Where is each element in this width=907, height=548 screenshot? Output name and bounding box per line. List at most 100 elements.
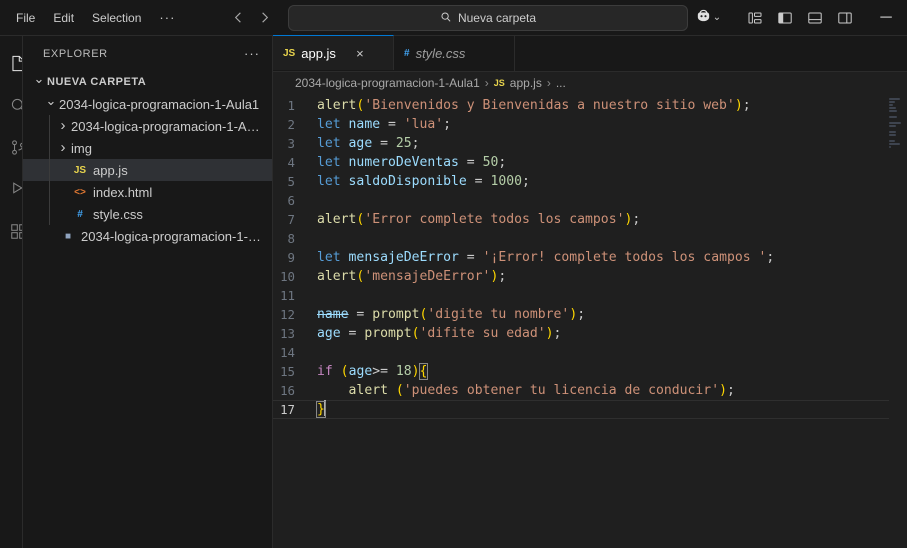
tab-style-css[interactable]: # style.css bbox=[394, 36, 515, 71]
tree-item-img[interactable]: › img bbox=[23, 137, 272, 159]
tab-app-js[interactable]: JS app.js × bbox=[273, 35, 394, 70]
line-number: 9 bbox=[287, 250, 295, 265]
tabbar-empty-space bbox=[515, 36, 907, 71]
chevron-right-icon: › bbox=[484, 76, 489, 90]
token: = bbox=[466, 174, 491, 189]
token: prompt bbox=[372, 307, 420, 322]
breadcrumb-tail[interactable]: ... bbox=[556, 76, 566, 90]
tree-item-2034-logica-programacion-1-aul[interactable]: › 2034-logica-programacion-1-Aula1 bbox=[23, 115, 272, 137]
copilot-button[interactable]: ⌄ bbox=[689, 6, 727, 30]
explorer-more-icon[interactable]: ··· bbox=[240, 46, 264, 61]
code-line-13[interactable]: 13 age = prompt('difite su edad'); bbox=[273, 324, 889, 343]
toggle-panel-icon[interactable] bbox=[801, 6, 829, 30]
minimap-line bbox=[889, 107, 897, 109]
token: = bbox=[458, 250, 483, 265]
indent-guide bbox=[49, 115, 50, 137]
token: 50 bbox=[482, 155, 499, 170]
token: age bbox=[317, 326, 341, 341]
minimap-line bbox=[889, 134, 896, 136]
code-line-14[interactable]: 14 bbox=[273, 343, 889, 362]
chevron-down-icon[interactable]: ⌄ bbox=[43, 93, 59, 109]
code-line-15[interactable]: 15 if (age>= 18){ bbox=[273, 362, 889, 381]
activity-run-debug-icon[interactable] bbox=[5, 168, 22, 210]
activity-source-control-icon[interactable] bbox=[5, 126, 22, 168]
vscode-window: File Edit Selection ··· Nueva carpeta ⌄ … bbox=[0, 0, 907, 548]
activity-search-icon[interactable] bbox=[5, 84, 22, 126]
go-back-icon[interactable] bbox=[227, 7, 249, 29]
line-number: 13 bbox=[280, 326, 295, 341]
chevron-right-icon[interactable]: › bbox=[55, 140, 71, 155]
tree-item-app-js[interactable]: JS app.js bbox=[23, 159, 272, 181]
tree-item-2034-logica-programacion-1-aul[interactable]: ⌄ 2034-logica-programacion-1-Aula1 bbox=[23, 93, 272, 115]
token: 'lua' bbox=[403, 117, 444, 132]
menu-file[interactable]: File bbox=[8, 7, 43, 29]
tree-item-index-html[interactable]: <> index.html bbox=[23, 181, 272, 203]
toggle-primary-sidebar-icon[interactable] bbox=[771, 6, 799, 30]
code-line-16[interactable]: 16 alert ('puedes obtener tu licencia de… bbox=[273, 381, 889, 400]
workbench-body: EXPLORER ··· ⌄ NUEVA CARPETA ⌄ 2034-logica-… bbox=[0, 35, 907, 548]
command-center[interactable]: Nueva carpeta bbox=[288, 5, 688, 31]
code-line-9[interactable]: 9 let mensajeDeError = '¡Error! complete … bbox=[273, 248, 889, 267]
breadcrumb-folder[interactable]: 2034-logica-programacion-1-Aula1 bbox=[295, 76, 480, 90]
line-text: age = prompt('difite su edad'); bbox=[317, 324, 561, 343]
minimize-button[interactable]: ─ bbox=[871, 3, 901, 33]
line-number: 2 bbox=[287, 117, 295, 132]
file-icon-js: JS bbox=[73, 164, 87, 176]
token: 'Error complete todos los campos' bbox=[364, 212, 625, 227]
code-line-5[interactable]: 5 let saldoDisponible = 1000; bbox=[273, 172, 889, 191]
tree-item-nueva-carpeta[interactable]: ⌄ NUEVA CARPETA bbox=[23, 71, 272, 93]
token: mensajeDeError bbox=[348, 250, 459, 265]
token: alert bbox=[317, 269, 357, 284]
minimap-line bbox=[889, 143, 900, 145]
code-line-17[interactable]: 17} bbox=[273, 400, 889, 419]
search-box[interactable]: Nueva carpeta bbox=[288, 5, 688, 31]
code-line-4[interactable]: 4 let numeroDeVentas = 50; bbox=[273, 153, 889, 172]
indent-guide bbox=[49, 137, 50, 159]
code-editor[interactable]: 1 alert('Bienvenidos y Bienvenidas a nues… bbox=[273, 94, 907, 548]
go-forward-icon[interactable] bbox=[253, 7, 275, 29]
line-number: 16 bbox=[280, 383, 295, 398]
file-icon-: ■ bbox=[64, 230, 72, 242]
code-line-3[interactable]: 3 let age = 25; bbox=[273, 134, 889, 153]
menu-edit[interactable]: Edit bbox=[45, 7, 82, 29]
token: saldoDisponible bbox=[348, 174, 467, 189]
token: { bbox=[418, 363, 429, 380]
chevron-down-icon: ⌄ bbox=[712, 12, 722, 23]
token: if bbox=[317, 364, 333, 379]
code-line-6[interactable]: 6 bbox=[273, 191, 889, 210]
code-line-2[interactable]: 2 let name = 'lua'; bbox=[273, 115, 889, 134]
line-number: 3 bbox=[287, 136, 295, 151]
toggle-secondary-sidebar-icon[interactable] bbox=[831, 6, 859, 30]
code-line-10[interactable]: 10 alert('mensajeDeError'); bbox=[273, 267, 889, 286]
tab-close-icon[interactable]: × bbox=[352, 46, 368, 61]
code-line-11[interactable]: 11 bbox=[273, 286, 889, 305]
token: '¡Error! complete todos los campos ' bbox=[482, 250, 767, 265]
code-line-1[interactable]: 1 alert('Bienvenidos y Bienvenidas a nues… bbox=[273, 96, 889, 115]
tree-item-2034-logica-programacion-1-aul[interactable]: ■ 2034-logica-programacion-1-Aula1.... bbox=[23, 225, 272, 247]
code-lines[interactable]: 1 alert('Bienvenidos y Bienvenidas a nues… bbox=[273, 94, 889, 548]
code-line-7[interactable]: 7 alert('Error complete todos los campos'… bbox=[273, 210, 889, 229]
chevron-down-icon[interactable]: ⌄ bbox=[31, 71, 47, 87]
minimap-line bbox=[889, 131, 897, 133]
breadcrumb-file[interactable]: app.js bbox=[510, 76, 542, 90]
token: ) bbox=[734, 98, 743, 113]
chevron-right-icon[interactable]: › bbox=[55, 118, 71, 133]
token: ) bbox=[411, 364, 420, 379]
menu-selection[interactable]: Selection bbox=[84, 7, 149, 29]
menu-more-icon[interactable]: ··· bbox=[151, 7, 183, 29]
token: ; bbox=[522, 174, 530, 189]
customize-layout-icon[interactable] bbox=[741, 6, 769, 30]
minimap[interactable] bbox=[889, 94, 907, 548]
code-line-8[interactable]: 8 bbox=[273, 229, 889, 248]
tree-item-style-css[interactable]: # style.css bbox=[23, 203, 272, 225]
activity-explorer-icon[interactable] bbox=[5, 42, 22, 84]
code-line-12[interactable]: 12 name = prompt('digite tu nombre'); bbox=[273, 305, 889, 324]
token: age bbox=[348, 136, 373, 151]
line-number: 12 bbox=[280, 307, 295, 322]
token: name bbox=[317, 307, 349, 322]
tree-item-label: app.js bbox=[93, 162, 128, 178]
activity-extensions-icon[interactable] bbox=[5, 210, 22, 252]
token: let bbox=[317, 136, 341, 151]
